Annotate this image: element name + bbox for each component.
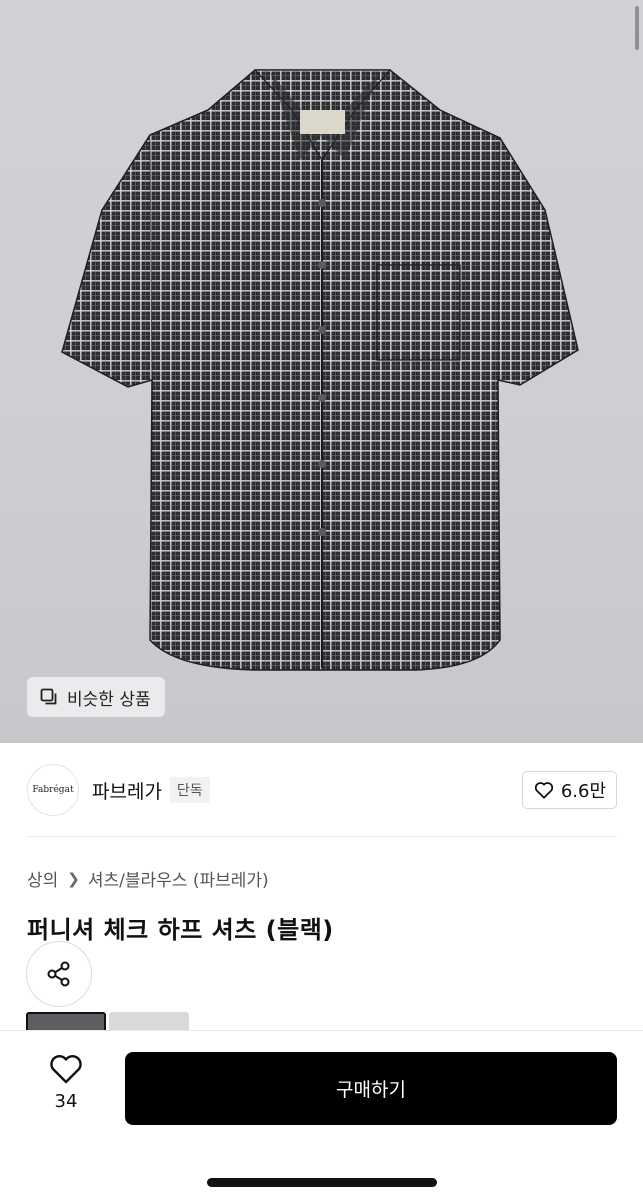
breadcrumb: 상의 ❯ 셔츠/블라우스 (파브레가) [27,866,269,892]
brand-logo-text: Fabrégat [32,785,74,795]
brand-name[interactable]: 파브레가 [92,777,162,804]
brand-like-count: 6.6만 [560,781,606,802]
image-scrollbar [635,6,639,50]
wishlist-button[interactable]: 34 [36,1051,96,1112]
product-image[interactable]: 비슷한 상품 [0,0,643,743]
divider [27,836,617,837]
home-indicator[interactable] [207,1178,437,1187]
breadcrumb-subcategory[interactable]: 셔츠/블라우스 (파브레가) [88,866,269,891]
similar-products-button[interactable]: 비슷한 상품 [27,677,165,717]
exclusive-badge: 단독 [169,777,210,803]
share-button[interactable] [26,941,92,1007]
breadcrumb-category[interactable]: 상의 [27,866,58,891]
bottom-action-bar: 34 구매하기 [0,1030,643,1200]
similar-products-icon [40,688,57,705]
brand-row: Fabrégat 파브레가 단독 6.6만 [27,763,617,817]
product-title: 퍼니셔 체크 하프 셔츠 (블랙) [27,916,334,944]
share-icon [47,961,70,987]
similar-products-label: 비슷한 상품 [67,689,151,710]
wishlist-count: 34 [54,1091,78,1112]
brand-logo[interactable]: Fabrégat [27,764,79,816]
buy-button-label: 구매하기 [336,1079,406,1101]
shirt-photo [61,69,579,671]
heart-icon [534,782,553,799]
brand-like-button[interactable]: 6.6만 [521,771,617,809]
buy-button[interactable]: 구매하기 [125,1052,617,1125]
heart-icon [50,1055,82,1084]
chevron-right-icon: ❯ [67,869,80,888]
